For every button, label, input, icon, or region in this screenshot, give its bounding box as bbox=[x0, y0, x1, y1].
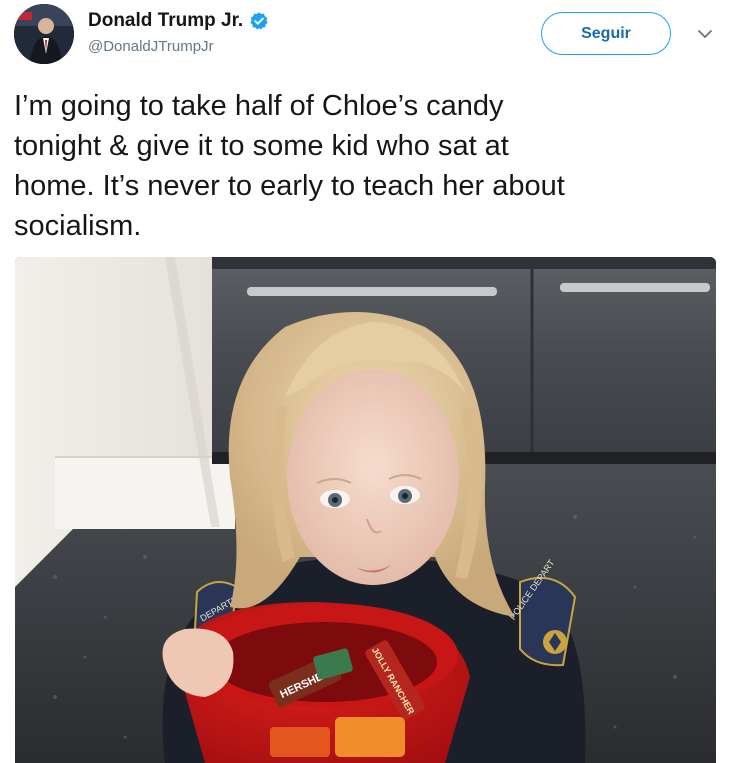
chevron-down-icon[interactable] bbox=[694, 26, 716, 42]
handle-left bbox=[247, 287, 497, 296]
tweet-header: Donald Trump Jr. @DonaldJTrumpJr Seguir bbox=[0, 0, 740, 80]
face bbox=[287, 369, 459, 585]
tweet-photo[interactable]: DEPARTMENT POLICE DEPART HERSHEY'S JOLLY… bbox=[15, 257, 716, 763]
author-name[interactable]: Donald Trump Jr. bbox=[88, 10, 243, 32]
tweet-text: I’m going to take half of Chloe’s candy … bbox=[14, 90, 565, 242]
author-handle[interactable]: @DonaldJTrumpJr bbox=[88, 38, 214, 55]
handle-right bbox=[560, 283, 710, 292]
follow-button[interactable]: Seguir bbox=[541, 12, 671, 55]
verified-badge-icon bbox=[250, 12, 268, 30]
avatar[interactable] bbox=[14, 4, 74, 64]
author-row: Donald Trump Jr. bbox=[88, 10, 269, 32]
